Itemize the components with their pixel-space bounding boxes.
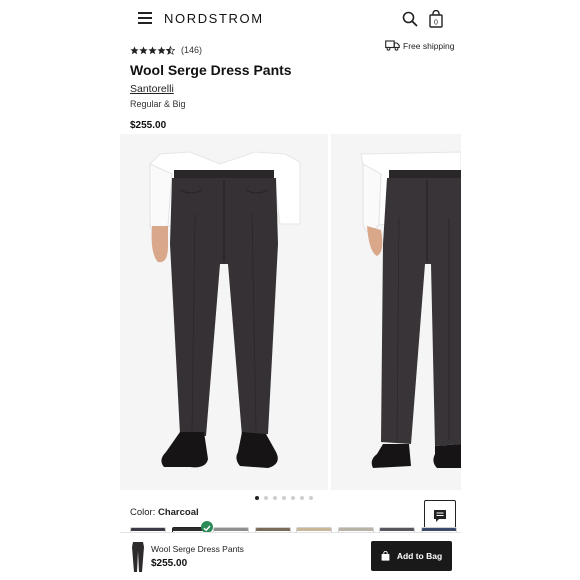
gallery-dot[interactable] bbox=[300, 496, 304, 500]
gallery-dot[interactable] bbox=[255, 496, 259, 500]
star-filled-icon bbox=[139, 45, 148, 54]
product-image-gallery[interactable] bbox=[120, 134, 461, 490]
truck-icon bbox=[385, 40, 400, 51]
product-title: Wool Serge Dress Pants bbox=[130, 62, 292, 78]
brand-link[interactable]: Santorelli bbox=[130, 83, 174, 95]
bag-count: 0 bbox=[434, 20, 438, 27]
rating-stars bbox=[130, 45, 175, 55]
sticky-add-to-bag-bar: Wool Serge Dress Pants $255.00 Add to Ba… bbox=[120, 532, 461, 580]
product-price: $255.00 bbox=[130, 120, 167, 131]
star-half-icon bbox=[166, 45, 175, 55]
star-filled-icon bbox=[148, 45, 157, 54]
add-to-bag-button[interactable]: Add to Bag bbox=[371, 541, 452, 571]
free-shipping-note: Free shipping bbox=[385, 40, 455, 51]
product-photo-back[interactable] bbox=[331, 134, 461, 490]
bag-icon bbox=[381, 551, 390, 561]
selected-color-name: Charcoal bbox=[157, 507, 199, 518]
gallery-dot[interactable] bbox=[273, 496, 277, 500]
product-thumbnail bbox=[132, 542, 144, 572]
color-label: Color: Charcoal bbox=[130, 507, 199, 518]
top-header: NORDSTROM 0 bbox=[0, 0, 580, 40]
gallery-dot[interactable] bbox=[264, 496, 268, 500]
gallery-pagination[interactable] bbox=[255, 496, 318, 500]
sticky-product-title: Wool Serge Dress Pants bbox=[151, 544, 244, 554]
nordstrom-logo[interactable]: NORDSTROM bbox=[164, 11, 264, 26]
shipping-text: Free shipping bbox=[403, 40, 455, 51]
star-filled-icon bbox=[157, 45, 166, 54]
sticky-product-price: $255.00 bbox=[151, 558, 188, 569]
gallery-dot[interactable] bbox=[282, 496, 286, 500]
gallery-dot[interactable] bbox=[291, 496, 295, 500]
hamburger-menu-icon[interactable] bbox=[138, 12, 152, 24]
color-label-prefix: Color: bbox=[130, 507, 156, 518]
gallery-dot[interactable] bbox=[309, 496, 313, 500]
chat-icon bbox=[434, 510, 446, 522]
review-count[interactable]: (146) bbox=[181, 45, 202, 55]
add-to-bag-label: Add to Bag bbox=[396, 551, 443, 561]
fit-options: Regular & Big bbox=[130, 99, 186, 109]
product-rating[interactable]: (146) bbox=[130, 43, 202, 57]
star-filled-icon bbox=[130, 45, 139, 54]
product-photo-front[interactable] bbox=[120, 134, 328, 490]
shopping-bag-icon[interactable]: 0 bbox=[428, 10, 444, 28]
search-icon[interactable] bbox=[402, 11, 418, 27]
